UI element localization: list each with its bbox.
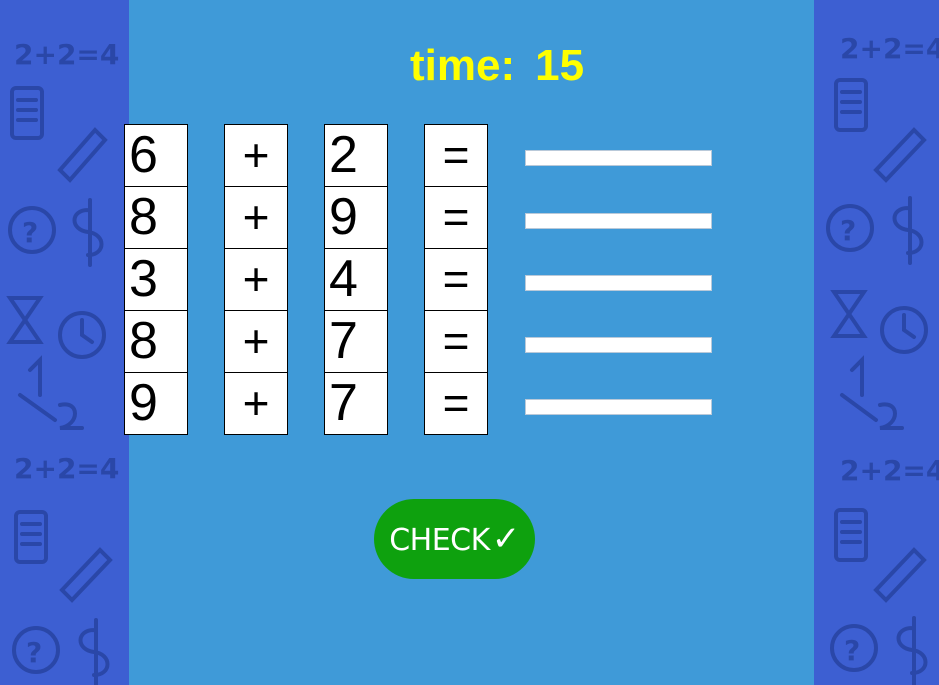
equals-sign-cell: = bbox=[424, 249, 488, 311]
answer-input[interactable] bbox=[525, 337, 712, 353]
equals-sign-cell: = bbox=[424, 311, 488, 373]
equals-sign-cell: = bbox=[424, 373, 488, 435]
first-operand-column: 6 8 3 8 9 bbox=[124, 124, 188, 435]
answer-input[interactable] bbox=[525, 275, 712, 291]
operand-a-cell: 9 bbox=[124, 373, 188, 435]
svg-text:?: ? bbox=[840, 214, 856, 247]
timer-display: time: 15 bbox=[410, 40, 630, 92]
plus-operator-cell: + bbox=[224, 373, 288, 435]
svg-text:2+2=4: 2+2=4 bbox=[840, 32, 939, 65]
equals-sign-cell: = bbox=[424, 187, 488, 249]
svg-text:2+2=4: 2+2=4 bbox=[840, 454, 939, 487]
svg-text:2+2=4: 2+2=4 bbox=[14, 452, 119, 485]
operand-a-cell: 6 bbox=[124, 124, 188, 187]
plus-operator-cell: + bbox=[224, 249, 288, 311]
operand-b-cell: 4 bbox=[324, 249, 388, 311]
right-doodle-border: 2+2=4 2+2=4 ? ? bbox=[814, 0, 939, 685]
operand-b-cell: 2 bbox=[324, 124, 388, 187]
operand-a-cell: 8 bbox=[124, 311, 188, 373]
left-doodle-border: 2+2=4 2+2=4 ? ? bbox=[0, 0, 129, 685]
timer-label: time: bbox=[410, 41, 516, 90]
plus-operator-cell: + bbox=[224, 187, 288, 249]
doodle-pattern: 2+2=4 2+2=4 ? ? bbox=[6, 38, 119, 685]
operand-b-cell: 7 bbox=[324, 311, 388, 373]
equals-column: = = = = = bbox=[424, 124, 488, 435]
equals-sign-cell: = bbox=[424, 124, 488, 187]
operand-a-cell: 8 bbox=[124, 187, 188, 249]
check-button-label: CHECK bbox=[389, 523, 490, 558]
answer-input[interactable] bbox=[525, 213, 712, 229]
checkmark-icon: ✓ bbox=[491, 519, 521, 559]
plus-operator-cell: + bbox=[224, 124, 288, 187]
svg-text:2+2=4: 2+2=4 bbox=[14, 38, 119, 71]
operand-a-cell: 3 bbox=[124, 249, 188, 311]
answer-input[interactable] bbox=[525, 150, 712, 166]
doodle-pattern: 2+2=4 2+2=4 ? ? bbox=[826, 32, 939, 685]
timer-value: 15 bbox=[535, 41, 585, 90]
check-button[interactable]: CHECK✓ bbox=[374, 499, 535, 579]
svg-text:?: ? bbox=[844, 634, 860, 667]
second-operand-column: 2 9 4 7 7 bbox=[324, 124, 388, 435]
operand-b-cell: 7 bbox=[324, 373, 388, 435]
svg-text:?: ? bbox=[22, 216, 38, 249]
answer-input[interactable] bbox=[525, 399, 712, 415]
plus-operator-cell: + bbox=[224, 311, 288, 373]
svg-text:?: ? bbox=[26, 636, 42, 669]
operator-column: + + + + + bbox=[224, 124, 288, 435]
operand-b-cell: 9 bbox=[324, 187, 388, 249]
